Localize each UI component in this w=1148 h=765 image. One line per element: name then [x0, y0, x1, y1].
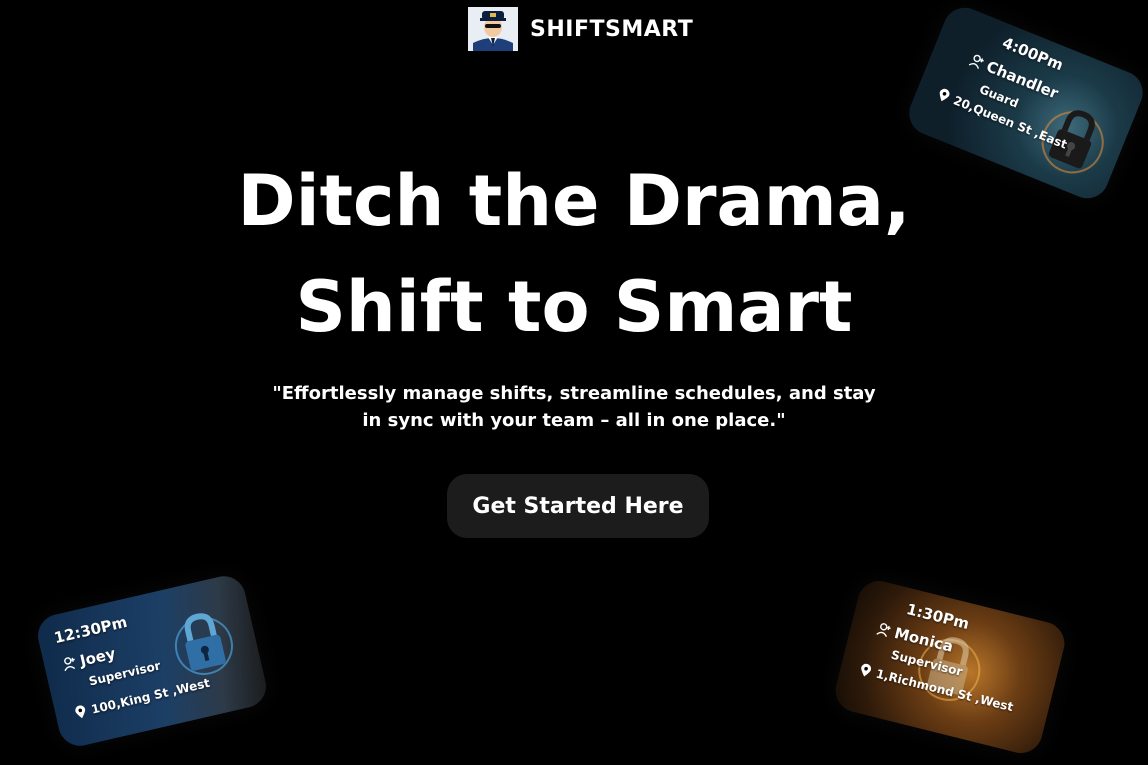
hero-tagline-line-1: "Effortlessly manage shifts, streamline … [272, 383, 876, 404]
security-guard-avatar-icon [468, 7, 518, 51]
shift-card-monica: 1:30Pm Monica Supervisor 1,Richmond St ,… [830, 576, 1070, 758]
brand[interactable]: SHIFTSMART [468, 6, 693, 52]
hero-tagline-line-2: in sync with your team – all in one plac… [362, 410, 786, 431]
user-add-icon [64, 657, 76, 672]
hero-headline-line-2: Shift to Smart [295, 266, 853, 348]
hero-headline-line-1: Ditch the Drama, [237, 160, 911, 242]
hero-tagline: "Effortlessly manage shifts, streamline … [0, 380, 1148, 434]
hero-headline: Ditch the Drama, Shift to Smart [0, 148, 1148, 360]
get-started-button[interactable]: Get Started Here [447, 474, 709, 538]
brand-name: SHIFTSMART [530, 16, 694, 42]
user-add-icon [876, 623, 891, 638]
landing-page: SHIFTSMART Ditch the Drama, Shift to Sma… [0, 0, 1148, 765]
location-pin-icon [861, 663, 872, 677]
shift-card-joey: 12:30Pm Joey Supervisor 100,King St ,Wes… [33, 571, 271, 751]
